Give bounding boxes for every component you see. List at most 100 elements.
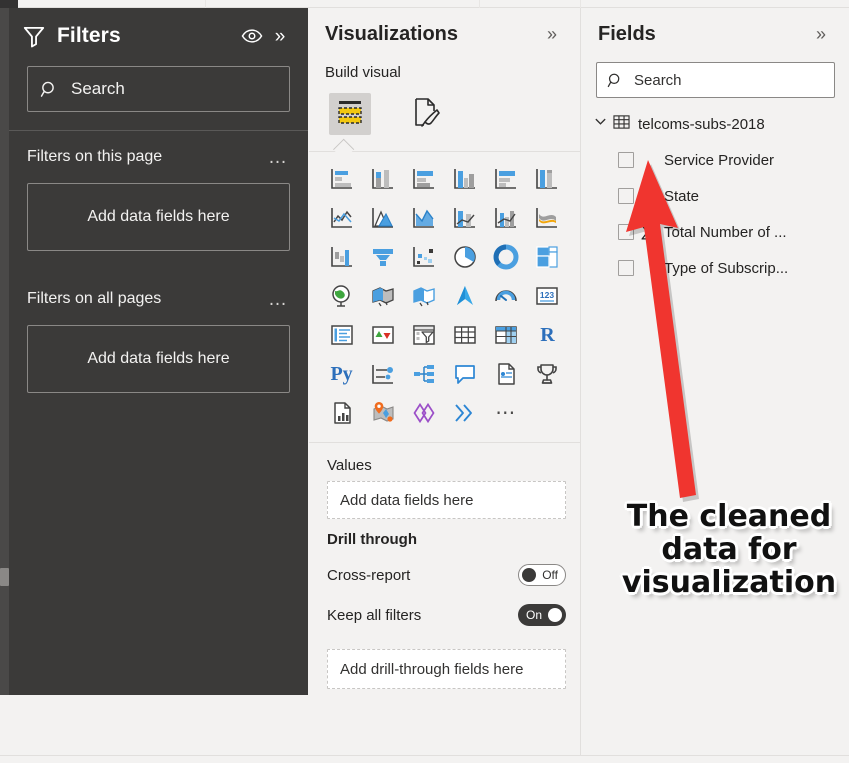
keep-all-filters-toggle[interactable]: On — [518, 604, 566, 626]
shape-map-icon[interactable] — [403, 279, 444, 313]
donut-chart-icon[interactable] — [486, 240, 527, 274]
filters-header: Filters » — [9, 8, 308, 64]
double-chevron-right-icon: » — [546, 24, 557, 44]
power-bi-panes: Filters » Search Filters on this page … … — [0, 0, 849, 763]
cross-report-toggle[interactable]: Off — [518, 564, 566, 586]
filters-page-dropzone[interactable]: Add data fields here — [27, 183, 290, 251]
toggle-knob — [522, 568, 536, 582]
cross-report-row: Cross-report Off — [327, 555, 566, 595]
ribbon-tick — [479, 0, 480, 8]
gauge-icon[interactable] — [486, 279, 527, 313]
chevron-down-icon[interactable] — [594, 115, 607, 133]
line-and-stacked-column-chart-icon[interactable] — [445, 201, 486, 235]
svg-text:123: 123 — [540, 290, 554, 300]
slicer-icon[interactable] — [403, 318, 444, 352]
visual-field-wells: Values Add data fields here Drill throug… — [309, 443, 580, 689]
filters-pane: Filters » Search Filters on this page … … — [0, 8, 308, 695]
power-apps-icon[interactable] — [403, 396, 444, 430]
cross-report-label: Cross-report — [327, 566, 411, 584]
more-options-icon[interactable]: ⋯ — [486, 396, 527, 430]
filled-map-icon[interactable] — [362, 279, 403, 313]
ribbon-tick — [580, 0, 581, 8]
smart-narrative-icon[interactable] — [486, 357, 527, 391]
keep-all-filters-state: On — [526, 608, 543, 622]
azure-map-icon[interactable] — [445, 279, 486, 313]
ribbon-sliver — [0, 0, 849, 8]
format-visual-tab[interactable] — [405, 93, 447, 135]
filters-search-input[interactable]: Search — [27, 66, 290, 112]
arcgis-maps-icon[interactable] — [362, 396, 403, 430]
hundred-percent-stacked-column-chart-icon[interactable] — [527, 162, 568, 196]
filters-on-this-page-label: Filters on this page — [27, 148, 163, 165]
card-icon[interactable]: 123 — [527, 279, 568, 313]
ribbon-chart-icon[interactable] — [527, 201, 568, 235]
funnel-chart-icon[interactable] — [362, 240, 403, 274]
power-automate-icon[interactable] — [445, 396, 486, 430]
grid-filler — [527, 396, 568, 430]
annotation-line-2: data for — [661, 532, 797, 567]
metrics-icon[interactable] — [527, 357, 568, 391]
multi-row-card-icon[interactable] — [321, 318, 362, 352]
line-chart-icon[interactable] — [321, 201, 362, 235]
eye-icon[interactable] — [238, 22, 266, 50]
red-arrow-up-icon — [626, 160, 699, 502]
keep-all-filters-row: Keep all filters On — [327, 595, 566, 635]
map-icon[interactable] — [321, 279, 362, 313]
stacked-area-chart-icon[interactable] — [403, 201, 444, 235]
double-chevron-right-icon: » — [274, 25, 286, 47]
filters-scrollbar-thumb[interactable] — [0, 568, 9, 586]
visualizations-collapse-button[interactable]: » — [538, 20, 566, 48]
python-visual-icon[interactable]: Py — [321, 357, 362, 391]
stacked-bar-chart-icon[interactable] — [321, 162, 362, 196]
filters-all-dropzone[interactable]: Add data fields here — [27, 325, 290, 393]
pie-chart-icon[interactable] — [445, 240, 486, 274]
fields-table-icon — [335, 97, 365, 132]
fields-table-name: telcoms-subs-2018 — [638, 115, 765, 133]
annotation-line-3: visualization — [621, 565, 837, 600]
q-and-a-icon[interactable] — [445, 357, 486, 391]
table-icon[interactable] — [445, 318, 486, 352]
stacked-column-chart-icon[interactable] — [362, 162, 403, 196]
scatter-chart-icon[interactable] — [403, 240, 444, 274]
clustered-bar-chart-icon[interactable] — [403, 162, 444, 196]
filters-search-placeholder: Search — [71, 79, 125, 98]
kpi-icon[interactable] — [362, 318, 403, 352]
decomposition-tree-icon[interactable] — [403, 357, 444, 391]
build-visual-label: Build visual — [325, 64, 401, 81]
treemap-icon[interactable] — [527, 240, 568, 274]
fields-header: Fields » — [582, 8, 849, 60]
line-and-clustered-column-chart-icon[interactable] — [486, 201, 527, 235]
annotation-line-1: The cleaned — [626, 499, 832, 534]
fields-search-input[interactable]: Search — [596, 62, 835, 98]
filters-collapse-button[interactable]: » — [266, 22, 294, 50]
waterfall-chart-icon[interactable] — [321, 240, 362, 274]
filters-scrollbar[interactable] — [0, 8, 9, 695]
values-dropzone[interactable]: Add data fields here — [327, 481, 566, 519]
visualizations-title: Visualizations — [325, 22, 459, 45]
visualizations-header: Visualizations » — [309, 8, 580, 60]
ribbon-dark-nub — [0, 0, 18, 8]
filters-title: Filters — [57, 24, 121, 47]
build-visual-tab[interactable] — [329, 93, 371, 135]
fields-title: Fields — [598, 22, 656, 45]
area-chart-icon[interactable] — [362, 201, 403, 235]
annotation-text: The cleaned data for visualization — [614, 500, 844, 599]
fields-search-placeholder: Search — [634, 71, 682, 89]
clustered-column-chart-icon[interactable] — [445, 162, 486, 196]
filters-page-more-button[interactable]: … — [266, 148, 290, 167]
drill-through-dropzone[interactable]: Add drill-through fields here — [327, 649, 566, 689]
visual-pane-tabs — [309, 87, 580, 139]
filters-all-more-button[interactable]: … — [266, 290, 290, 309]
ribbon-tick — [205, 0, 206, 8]
key-influencers-icon[interactable] — [362, 357, 403, 391]
drill-through-label: Drill through — [327, 531, 417, 548]
matrix-icon[interactable] — [486, 318, 527, 352]
hundred-percent-stacked-bar-chart-icon[interactable] — [486, 162, 527, 196]
fields-table-node[interactable]: telcoms-subs-2018 — [582, 106, 849, 142]
r-script-visual-icon[interactable]: R — [527, 318, 568, 352]
paintbrush-page-icon — [411, 96, 441, 133]
paginated-report-icon[interactable] — [321, 396, 362, 430]
funnel-icon — [21, 23, 47, 49]
double-chevron-right-icon: » — [815, 24, 826, 44]
fields-collapse-button[interactable]: » — [807, 20, 835, 48]
